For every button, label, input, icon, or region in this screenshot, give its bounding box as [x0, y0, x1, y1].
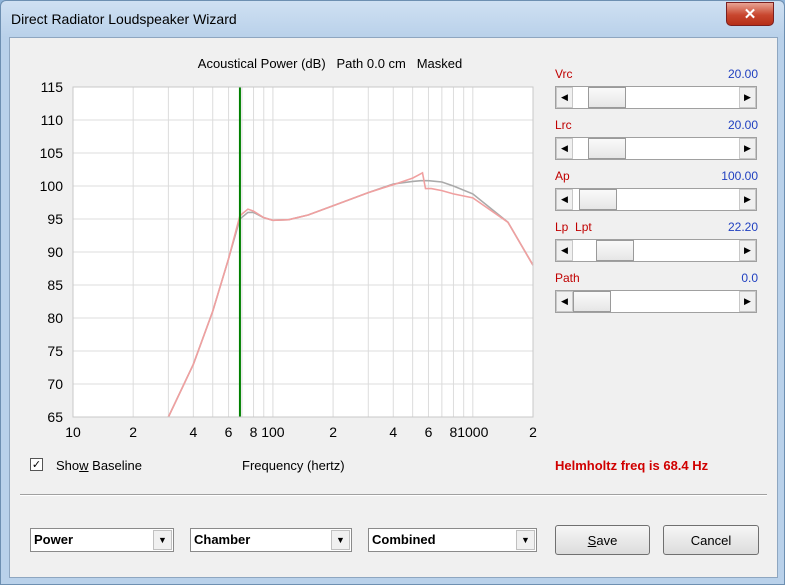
response-type-value: Power: [34, 532, 74, 547]
show-baseline-checkbox[interactable]: ✓: [30, 458, 43, 471]
scroll-right-button[interactable]: ▶: [739, 189, 756, 210]
left-arrow-icon: ◀: [561, 245, 568, 255]
right-arrow-icon: ▶: [744, 92, 751, 102]
output-mode-value: Combined: [372, 532, 436, 547]
save-button-key: S: [587, 532, 597, 548]
right-arrow-icon: ▶: [744, 296, 751, 306]
x-tick-label: 2: [529, 424, 537, 440]
scroll-left-button[interactable]: ◀: [556, 87, 573, 108]
lrc-scrollbar[interactable]: ◀ ▶: [555, 137, 757, 160]
y-tick-label: 75: [47, 343, 63, 359]
scroll-right-button[interactable]: ▶: [739, 87, 756, 108]
y-tick-label: 100: [40, 178, 64, 194]
slider-value-ap: 100.00: [721, 169, 758, 183]
dialog-window: Direct Radiator Loudspeaker Wizard ✕ Aco…: [0, 0, 785, 585]
chevron-down-icon[interactable]: ▼: [153, 530, 172, 550]
slider-value-path: 0.0: [741, 271, 758, 285]
lp-lpt-scrollbar[interactable]: ◀ ▶: [555, 239, 757, 262]
chevron-down-icon[interactable]: ▼: [516, 530, 535, 550]
environment-dropdown[interactable]: Chamber ▼: [190, 528, 352, 552]
x-tick-label: 2: [329, 424, 337, 440]
scroll-right-button[interactable]: ▶: [739, 240, 756, 261]
x-tick-label: 4: [389, 424, 397, 440]
show-baseline-label-post: Baseline: [88, 458, 143, 473]
x-axis-label: Frequency (hertz): [242, 458, 345, 473]
path-scrollbar[interactable]: ◀ ▶: [555, 290, 757, 313]
slider-value-lp-lpt: 22.20: [727, 220, 758, 234]
checkmark-icon: ✓: [31, 459, 42, 471]
y-tick-label: 80: [47, 310, 63, 326]
save-button[interactable]: Save: [555, 525, 650, 555]
y-tick-label: 85: [47, 277, 63, 293]
scroll-left-button[interactable]: ◀: [556, 138, 573, 159]
slider-label-lp-lpt: Lp Lpt: [555, 220, 592, 234]
response-type-dropdown[interactable]: Power ▼: [30, 528, 174, 552]
divider: [20, 494, 767, 496]
y-tick-label: 115: [41, 79, 64, 95]
close-icon: ✕: [743, 6, 757, 23]
x-tick-label: 100: [261, 424, 285, 440]
scroll-right-button[interactable]: ▶: [739, 291, 756, 312]
show-baseline-label-pre: Sho: [56, 458, 80, 473]
helmholtz-frequency-text: Helmholtz freq is 68.4 Hz: [555, 458, 709, 473]
ap-scrollbar[interactable]: ◀ ▶: [555, 188, 757, 211]
left-arrow-icon: ◀: [561, 194, 568, 204]
y-tick-label: 65: [47, 409, 63, 425]
x-tick-label: 2: [129, 424, 137, 440]
x-tick-label: 6: [225, 424, 233, 440]
scroll-thumb[interactable]: [596, 240, 635, 261]
close-button[interactable]: ✕: [726, 2, 774, 26]
chevron-down-icon[interactable]: ▼: [331, 530, 350, 550]
x-tick-label: 6: [425, 424, 433, 440]
scroll-thumb[interactable]: [588, 138, 627, 159]
title-bar[interactable]: Direct Radiator Loudspeaker Wizard ✕: [1, 1, 784, 37]
scroll-thumb[interactable]: [573, 291, 611, 312]
left-arrow-icon: ◀: [561, 92, 568, 102]
right-arrow-icon: ▶: [744, 194, 751, 204]
y-tick-label: 95: [47, 211, 63, 227]
y-tick-label: 110: [41, 112, 64, 128]
slider-label-vrc: Vrc: [555, 67, 573, 81]
output-mode-dropdown[interactable]: Combined ▼: [368, 528, 537, 552]
slider-value-vrc: 20.00: [727, 67, 758, 81]
left-arrow-icon: ◀: [561, 296, 568, 306]
show-baseline-label[interactable]: Show Baseline: [56, 458, 142, 473]
scroll-left-button[interactable]: ◀: [556, 240, 573, 261]
right-arrow-icon: ▶: [744, 143, 751, 153]
x-tick-label: 8: [250, 424, 258, 440]
vrc-scrollbar[interactable]: ◀ ▶: [555, 86, 757, 109]
window-title: Direct Radiator Loudspeaker Wizard: [11, 11, 237, 27]
show-baseline-label-key: w: [79, 458, 89, 473]
left-arrow-icon: ◀: [561, 143, 568, 153]
dialog-client-area: Acoustical Power (dB) Path 0.0 cm Masked…: [9, 37, 778, 578]
x-tick-label: 10: [65, 424, 81, 440]
scroll-left-button[interactable]: ◀: [556, 291, 573, 312]
slider-label-ap: Ap: [555, 169, 570, 183]
scroll-left-button[interactable]: ◀: [556, 189, 573, 210]
cancel-button[interactable]: Cancel: [663, 525, 759, 555]
right-arrow-icon: ▶: [744, 245, 751, 255]
y-tick-label: 70: [47, 376, 63, 392]
environment-value: Chamber: [194, 532, 251, 547]
scroll-thumb[interactable]: [588, 87, 627, 108]
scroll-right-button[interactable]: ▶: [739, 138, 756, 159]
save-button-label: ave: [596, 532, 618, 548]
x-tick-label: 4: [189, 424, 197, 440]
scroll-thumb[interactable]: [579, 189, 618, 210]
x-tick-label: 1000: [457, 424, 488, 440]
cancel-button-label: Cancel: [690, 532, 732, 548]
slider-label-path: Path: [555, 271, 580, 285]
y-tick-label: 90: [47, 244, 63, 260]
slider-value-lrc: 20.00: [727, 118, 758, 132]
slider-label-lrc: Lrc: [555, 118, 572, 132]
y-tick-label: 105: [40, 145, 64, 161]
